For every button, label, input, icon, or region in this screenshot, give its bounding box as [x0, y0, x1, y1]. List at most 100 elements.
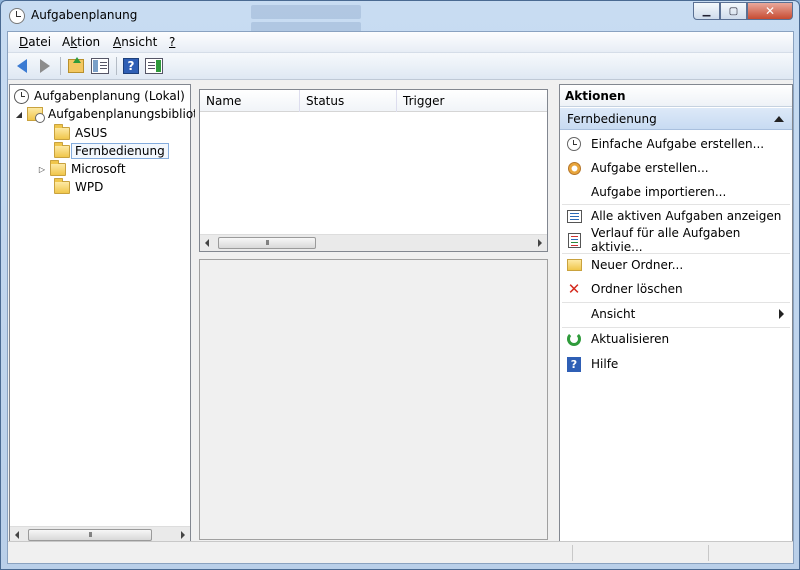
task-scheduler-icon	[9, 8, 25, 24]
column-header-status[interactable]: Status	[300, 90, 397, 112]
window-title: Aufgabenplanung	[31, 8, 138, 22]
scroll-left-icon[interactable]	[205, 239, 209, 247]
action-label: Ansicht	[591, 307, 636, 321]
blank-icon	[566, 306, 582, 322]
toolbar-separator	[116, 57, 117, 75]
window-controls: ▁ ▢ ✕	[693, 2, 793, 21]
blank-icon	[566, 184, 582, 200]
action-label: Aufgabe importieren...	[591, 185, 727, 199]
show-hide-action-pane-button[interactable]	[144, 56, 164, 76]
action-view[interactable]: Ansicht	[560, 303, 792, 325]
clock-icon	[566, 136, 582, 152]
column-header-name[interactable]: Name	[200, 90, 300, 112]
collapse-section-icon[interactable]	[774, 116, 784, 122]
folder-icon	[54, 177, 70, 194]
tree-item-label: Microsoft	[71, 162, 126, 176]
tree-item-asus[interactable]: ASUS	[54, 123, 107, 142]
show-hide-console-tree-icon	[91, 58, 109, 74]
toolbar-separator	[60, 57, 61, 75]
minimize-icon: ▁	[702, 5, 711, 17]
folder-icon	[566, 257, 582, 273]
action-enable-history[interactable]: Verlauf für alle Aufgaben aktivie...	[560, 226, 792, 254]
scroll-right-icon[interactable]	[538, 239, 542, 247]
tree-item-root[interactable]: Aufgabenplanung (Lokal)	[14, 87, 185, 105]
back-button[interactable]	[12, 56, 32, 76]
collapse-triangle-icon[interactable]: ◢	[14, 110, 24, 119]
action-create-task[interactable]: Aufgabe erstellen...	[560, 157, 792, 179]
menu-help[interactable]: ?	[169, 35, 175, 49]
action-delete-folder[interactable]: ✕ Ordner löschen	[560, 278, 792, 300]
forward-button[interactable]	[35, 56, 55, 76]
close-button[interactable]: ✕	[747, 2, 793, 20]
clock-icon	[14, 88, 29, 104]
task-list[interactable]: Name Status Trigger III	[199, 89, 548, 252]
tree-item-root-label: Aufgabenplanung (Lokal)	[34, 89, 185, 103]
console-tree: Aufgabenplanung (Lokal) ◢ Aufgabenplanun…	[9, 84, 220, 544]
action-label: Ordner löschen	[591, 282, 683, 296]
menu-ansicht-accesskey: A	[113, 35, 122, 49]
help-icon: ?	[566, 356, 582, 372]
forward-arrow-icon	[40, 59, 50, 73]
action-label: Hilfe	[591, 357, 619, 371]
actions-section-header[interactable]: Fernbedienung	[560, 108, 792, 130]
scroll-grip: III	[88, 531, 92, 539]
menu-aktion[interactable]: Aktion	[62, 35, 100, 49]
menu-aktion-prefix: A	[62, 35, 71, 49]
scrollbar-thumb[interactable]: III	[28, 529, 152, 541]
menu-ansicht-label: nsicht	[121, 35, 158, 49]
expand-triangle-icon[interactable]: ▷	[37, 165, 47, 174]
status-bar-divider	[572, 545, 573, 561]
folder-icon	[54, 141, 70, 158]
minimize-button[interactable]: ▁	[693, 2, 720, 20]
tree-item-wpd[interactable]: WPD	[54, 177, 103, 196]
delete-icon: ✕	[567, 280, 581, 298]
actions-pane: Aktionen Fernbedienung Einfache Aufgabe …	[559, 84, 793, 544]
tree-item-microsoft[interactable]: ▷ Microsoft	[37, 159, 126, 178]
action-help[interactable]: ? Hilfe	[560, 353, 792, 375]
scroll-right-icon[interactable]	[181, 531, 185, 539]
menu-datei[interactable]: Datei	[19, 35, 51, 49]
task-list-header: Name Status Trigger	[200, 90, 547, 112]
action-label: Neuer Ordner...	[591, 258, 684, 272]
help-icon: ?	[123, 58, 139, 74]
client-area: Datei Aktion Ansicht ? ? Aufgabenplanung…	[7, 31, 794, 564]
menu-aktion-label: tion	[77, 35, 101, 49]
menu-ansicht[interactable]: Ansicht	[113, 35, 157, 49]
app-window: Aufgabenplanung ▁ ▢ ✕ Datei Aktion Ansic…	[0, 0, 800, 570]
show-hide-console-tree-button[interactable]	[90, 56, 110, 76]
menu-datei-label: atei	[28, 35, 52, 49]
list-horizontal-scrollbar[interactable]: III	[200, 234, 547, 251]
scroll-left-icon[interactable]	[15, 531, 19, 539]
folder-icon	[54, 123, 70, 140]
background-glass-blur	[251, 5, 511, 36]
list-icon	[566, 208, 582, 224]
show-hide-action-pane-icon	[145, 58, 163, 74]
action-label: Aufgabe erstellen...	[591, 161, 709, 175]
up-one-level-button[interactable]	[66, 56, 86, 76]
action-import-task[interactable]: Aufgabe importieren...	[560, 181, 792, 203]
maximize-button[interactable]: ▢	[720, 2, 747, 20]
action-label: Aktualisieren	[591, 332, 670, 346]
library-folder-icon	[27, 107, 45, 123]
help-button[interactable]: ?	[121, 56, 141, 76]
center-pane: Name Status Trigger III	[195, 84, 552, 544]
up-folder-icon	[68, 57, 84, 73]
maximize-icon: ▢	[728, 5, 739, 17]
menu-datei-accesskey: D	[19, 35, 29, 49]
action-refresh[interactable]: Aktualisieren	[560, 328, 792, 350]
task-detail-pane	[199, 259, 548, 540]
tree-item-library[interactable]: ◢ Aufgabenplanungsbibliothek	[14, 105, 220, 123]
history-icon	[566, 232, 582, 248]
task-icon	[566, 160, 582, 176]
toolbar: ?	[8, 53, 793, 80]
refresh-icon	[566, 331, 582, 347]
tree-item-fernbedienung[interactable]: Fernbedienung	[54, 141, 169, 160]
scrollbar-thumb[interactable]: III	[218, 237, 316, 249]
title-bar[interactable]: Aufgabenplanung ▁ ▢ ✕	[1, 1, 799, 36]
action-new-folder[interactable]: Neuer Ordner...	[560, 254, 792, 276]
column-header-trigger[interactable]: Trigger	[397, 90, 547, 112]
action-create-basic-task[interactable]: Einfache Aufgabe erstellen...	[560, 133, 792, 155]
action-label: Einfache Aufgabe erstellen...	[591, 137, 765, 151]
action-show-running-tasks[interactable]: Alle aktiven Aufgaben anzeigen	[560, 205, 792, 227]
status-bar-divider	[708, 545, 709, 561]
